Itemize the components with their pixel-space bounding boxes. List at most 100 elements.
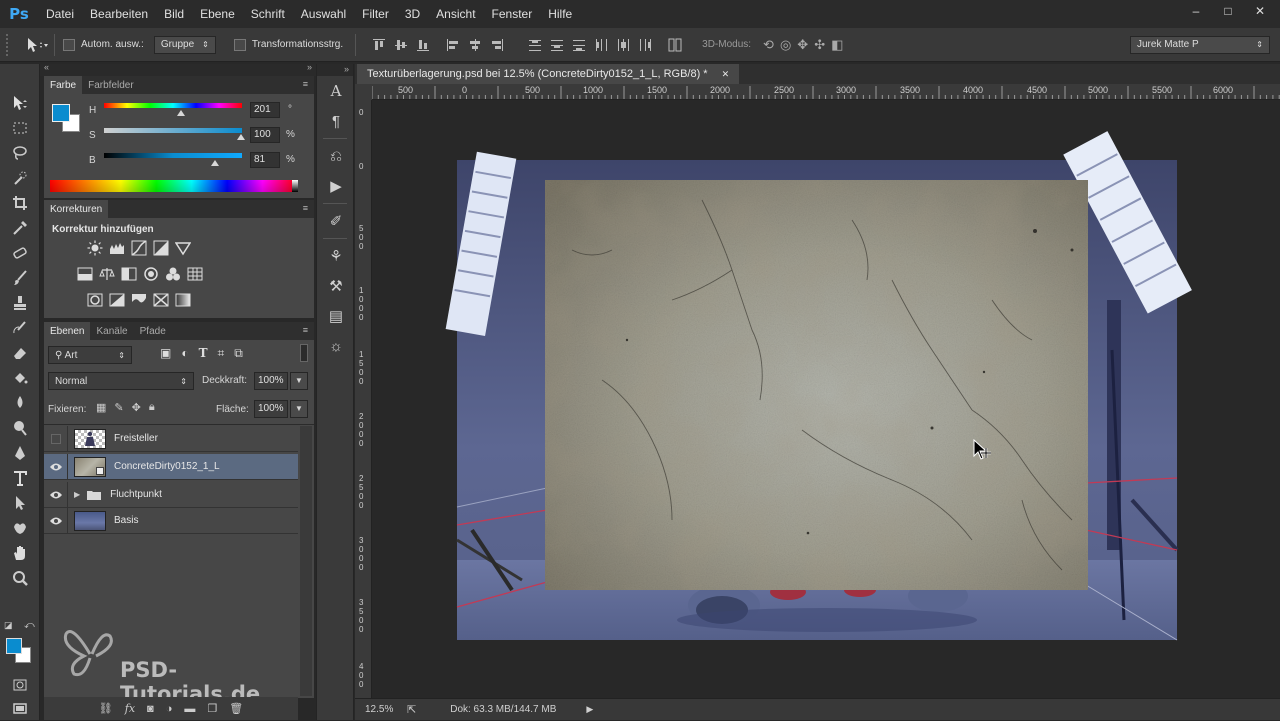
menu-bild[interactable]: Bild <box>156 7 192 21</box>
healing-brush-tool-icon[interactable] <box>0 240 40 265</box>
visibility-toggle-on[interactable] <box>44 453 68 480</box>
marquee-tool-icon[interactable] <box>0 115 40 140</box>
filter-pixel-icon[interactable]: ▣ <box>160 346 171 361</box>
menu-filter[interactable]: Filter <box>354 7 397 21</box>
brush-panel-icon[interactable]: ✐ <box>317 206 355 236</box>
expand-group-icon[interactable]: ▶ <box>74 490 80 499</box>
filter-adjustment-icon[interactable]: ◐ <box>181 346 188 361</box>
lasso-tool-icon[interactable] <box>0 140 40 165</box>
menu-3d[interactable]: 3D <box>397 7 428 21</box>
color-spectrum-bar[interactable] <box>50 180 298 192</box>
3d-slide-icon[interactable]: ✣ <box>814 37 825 53</box>
add-mask-icon[interactable]: ◙ <box>147 703 154 715</box>
distribute-vcenter-icon[interactable] <box>549 38 565 52</box>
levels-icon[interactable] <box>106 238 128 258</box>
layer-row-fluchtpunkt[interactable]: ▶ Fluchtpunkt <box>44 481 298 508</box>
layer-comps-icon[interactable]: ▤ <box>317 301 355 331</box>
align-vcenter-icon[interactable] <box>393 38 409 52</box>
color-panel-foreground-swatch[interactable] <box>52 104 70 122</box>
menu-schrift[interactable]: Schrift <box>243 7 293 21</box>
h-slider-thumb[interactable] <box>177 110 185 116</box>
brightness-contrast-icon[interactable] <box>84 238 106 258</box>
layer-row-basis[interactable]: Basis <box>44 507 298 534</box>
menu-datei[interactable]: Datei <box>38 7 82 21</box>
tab-kanaele[interactable]: Kanäle <box>90 322 133 340</box>
vibrance-icon[interactable] <box>172 238 194 258</box>
blur-tool-icon[interactable] <box>0 390 40 415</box>
ruler-origin[interactable] <box>355 84 372 100</box>
distribute-top-icon[interactable] <box>527 38 543 52</box>
fill-field[interactable]: 100% <box>254 400 288 418</box>
b-value-field[interactable]: 81 <box>250 152 280 168</box>
history-brush-tool-icon[interactable] <box>0 315 40 340</box>
filter-toggle-switch[interactable] <box>300 344 308 362</box>
swap-colors-icon[interactable]: ⤺ <box>24 620 35 631</box>
s-value-field[interactable]: 100 <box>250 127 280 143</box>
lock-position-icon[interactable]: ✥ <box>132 401 141 414</box>
photo-filter-icon[interactable] <box>140 264 162 284</box>
panel-menu-icon[interactable]: ≡ <box>303 325 308 335</box>
path-selection-tool-icon[interactable] <box>0 490 40 515</box>
hue-saturation-icon[interactable] <box>74 264 96 284</box>
share-icon[interactable]: ⇱ <box>407 703 416 716</box>
align-bottom-icon[interactable] <box>415 38 431 52</box>
layer-row-concretedirty[interactable]: ConcreteDirty0152_1_L <box>44 453 298 480</box>
horizontal-ruler[interactable]: 500 0 500 1000 1500 2000 2500 3000 3500 … <box>372 84 1280 100</box>
maximize-button[interactable]: □ <box>1214 2 1242 20</box>
lock-all-icon[interactable]: 🔒︎ <box>149 401 155 414</box>
canvas-area[interactable] <box>372 100 1280 698</box>
menu-hilfe[interactable]: Hilfe <box>540 7 580 21</box>
close-document-icon[interactable]: ✕ <box>722 69 730 80</box>
distribute-hcenter-icon[interactable] <box>615 38 631 52</box>
distribute-right-icon[interactable] <box>637 38 653 52</box>
3d-rotate-icon[interactable]: ⟲ <box>763 37 774 53</box>
lock-image-icon[interactable]: ✎ <box>114 401 123 414</box>
new-adjustment-icon[interactable]: ◑ <box>166 703 173 715</box>
document-canvas[interactable] <box>372 100 1280 698</box>
gradient-map-icon[interactable] <box>172 290 194 310</box>
blend-mode-dropdown[interactable]: Normal ⇕ <box>48 372 194 390</box>
new-layer-icon[interactable]: ❐ <box>207 702 217 715</box>
minimize-button[interactable]: – <box>1182 2 1210 20</box>
move-tool-preset[interactable] <box>26 37 48 53</box>
b-slider-thumb[interactable] <box>211 160 219 166</box>
quick-mask-icon[interactable] <box>0 672 40 697</box>
collapse-right-icon[interactable]: » <box>307 62 312 72</box>
color-lookup-icon[interactable] <box>184 264 206 284</box>
distribute-bottom-icon[interactable] <box>571 38 587 52</box>
screen-mode-icon[interactable] <box>0 696 40 721</box>
b-slider[interactable] <box>104 153 242 158</box>
menu-ebene[interactable]: Ebene <box>192 7 243 21</box>
document-tab[interactable]: Texturüberlagerung.psd bei 12.5% (Concre… <box>357 64 740 84</box>
h-slider[interactable] <box>104 103 242 108</box>
3d-roll-icon[interactable]: ◎ <box>780 37 791 53</box>
filter-shape-icon[interactable]: ⌗ <box>218 346 225 361</box>
visibility-toggle-off[interactable] <box>44 425 68 452</box>
3d-pan-icon[interactable]: ✥ <box>797 37 808 53</box>
color-swap-controls[interactable]: ◪ ⤺ <box>4 620 38 638</box>
menu-auswahl[interactable]: Auswahl <box>293 7 354 21</box>
pen-tool-icon[interactable] <box>0 440 40 465</box>
panel-collapse-bar[interactable]: « » <box>40 62 316 76</box>
tool-presets-icon[interactable]: ⚒ <box>317 271 355 301</box>
zoom-level[interactable]: 12.5% <box>365 704 395 715</box>
tab-farbfelder[interactable]: Farbfelder <box>82 76 140 94</box>
menu-fenster[interactable]: Fenster <box>484 7 541 21</box>
zoom-tool-icon[interactable] <box>0 565 40 590</box>
s-slider[interactable] <box>104 128 242 133</box>
align-hcenter-icon[interactable] <box>467 38 483 52</box>
new-group-icon[interactable]: ▬ <box>184 703 195 715</box>
filter-smart-object-icon[interactable]: ⧉ <box>234 346 243 361</box>
menu-ansicht[interactable]: Ansicht <box>428 7 483 21</box>
tab-pfade[interactable]: Pfade <box>134 322 172 340</box>
expand-left-icon[interactable]: « <box>44 62 49 72</box>
default-colors-icon[interactable]: ◪ <box>4 620 13 631</box>
3d-scale-icon[interactable]: ◧ <box>831 37 843 53</box>
foreground-color-swatch[interactable] <box>6 638 22 654</box>
dodge-tool-icon[interactable] <box>0 415 40 440</box>
type-tool-icon[interactable] <box>0 465 40 490</box>
align-top-icon[interactable] <box>371 38 387 52</box>
options-grip[interactable] <box>6 33 20 56</box>
custom-shape-tool-icon[interactable] <box>0 515 40 540</box>
clone-source-icon[interactable]: ⚘ <box>317 241 355 271</box>
